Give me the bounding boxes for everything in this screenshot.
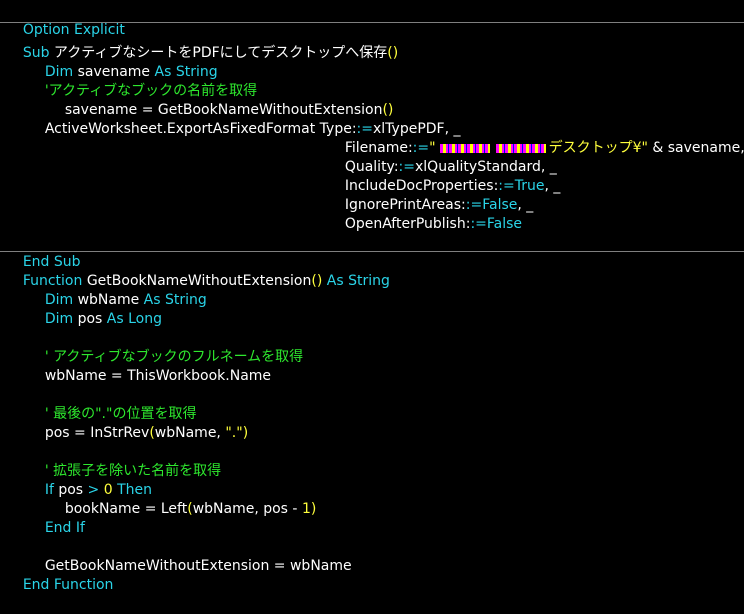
code-line-openafterpublish-arg[interactable]: OpenAfterPublish::=False [327,196,744,232]
statement: pos = InStrRev [44,425,150,441]
string-literal: "." [225,425,243,441]
code-line-sub-declaration[interactable]: Sub アクティブなシートをPDFにしてデスクトップへ保存() [5,25,744,61]
parameter-name: OpenAfterPublish: [344,216,471,232]
code-line-dim-wbname[interactable]: Dim wbName As String [27,272,744,308]
code-line-function-declaration[interactable]: Function GetBookNameWithoutExtension() A… [5,253,744,289]
keyword: End If [44,520,85,536]
code-line-return-value[interactable]: GetBookNameWithoutExtension = wbName [27,538,744,574]
code-line-dim-pos[interactable]: Dim pos As Long [27,291,744,327]
code-line-comment[interactable]: ' 拡張子を除いた名前を取得 [27,443,744,479]
code-line-assign-bookname[interactable]: bookName = Left(wbName, pos - 1) [47,481,744,517]
identifier: pos [73,311,107,327]
code-line-end-if[interactable]: End If [27,500,744,536]
keyword: As Long [106,311,162,327]
statement: ActiveWorksheet.ExportAsFixedFormat Type… [44,121,357,137]
code-line-assign-savename[interactable]: savename = GetBookNameWithoutExtension() [47,82,744,118]
keyword: End Function [22,577,114,593]
statement: wbName = ThisWorkbook.Name [44,368,272,384]
code-line-ignoreprintareas-arg[interactable]: IgnorePrintAreas::=False, _ [327,177,744,213]
argument: wbName, [154,425,226,441]
code-line-assign-wbname[interactable]: wbName = ThisWorkbook.Name [27,348,744,384]
code-line-filename-arg[interactable]: Filename::="デスクトップ¥" & savename, _ [327,120,744,156]
keyword: Dim [44,311,74,327]
code-line-comment[interactable]: ' 最後の"."の位置を取得 [27,386,744,422]
code-line-dim-savename[interactable]: Dim savename As String [27,44,744,80]
code-line-assign-pos[interactable]: pos = InStrRev(wbName, ".") [27,405,744,441]
operator: := [470,216,487,232]
code-line-comment[interactable]: ' アクティブなブックのフルネームを取得 [27,329,744,365]
code-line-option-explicit[interactable]: Option Explicit [5,2,744,38]
code-line-export-call[interactable]: ActiveWorksheet.ExportAsFixedFormat Type… [27,101,744,137]
code-line-if-statement[interactable]: If pos > 0 Then [27,462,744,498]
code-editor[interactable]: Option Explicit Sub アクティブなシートをPDFにしてデスクト… [0,0,744,593]
parenthesis: ) [242,425,249,441]
code-line-includedocproperties-arg[interactable]: IncludeDocProperties::=True, _ [327,158,744,194]
code-line-comment[interactable]: 'アクティブなブックの名前を取得 [27,63,744,99]
keyword: False [486,216,523,232]
code-line-end-function[interactable]: End Function [5,557,744,593]
code-line-quality-arg[interactable]: Quality::=xlQualityStandard, _ [327,139,744,175]
code-line-end-sub[interactable]: End Sub [5,234,744,270]
